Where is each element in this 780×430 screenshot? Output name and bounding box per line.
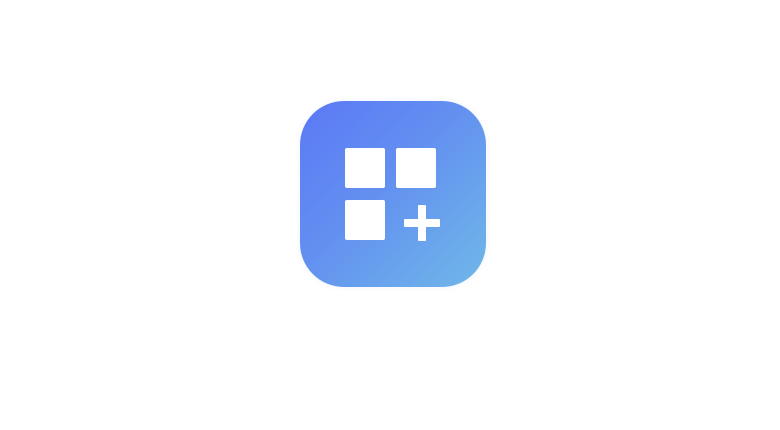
- plus-icon: [404, 205, 440, 241]
- apps-add-icon[interactable]: [300, 101, 486, 287]
- tile-top-left-icon: [345, 148, 385, 188]
- apps-add-glyph: [345, 148, 440, 241]
- tile-top-right-icon: [396, 148, 436, 188]
- canvas: [0, 0, 780, 430]
- tile-bottom-left-icon: [345, 200, 385, 240]
